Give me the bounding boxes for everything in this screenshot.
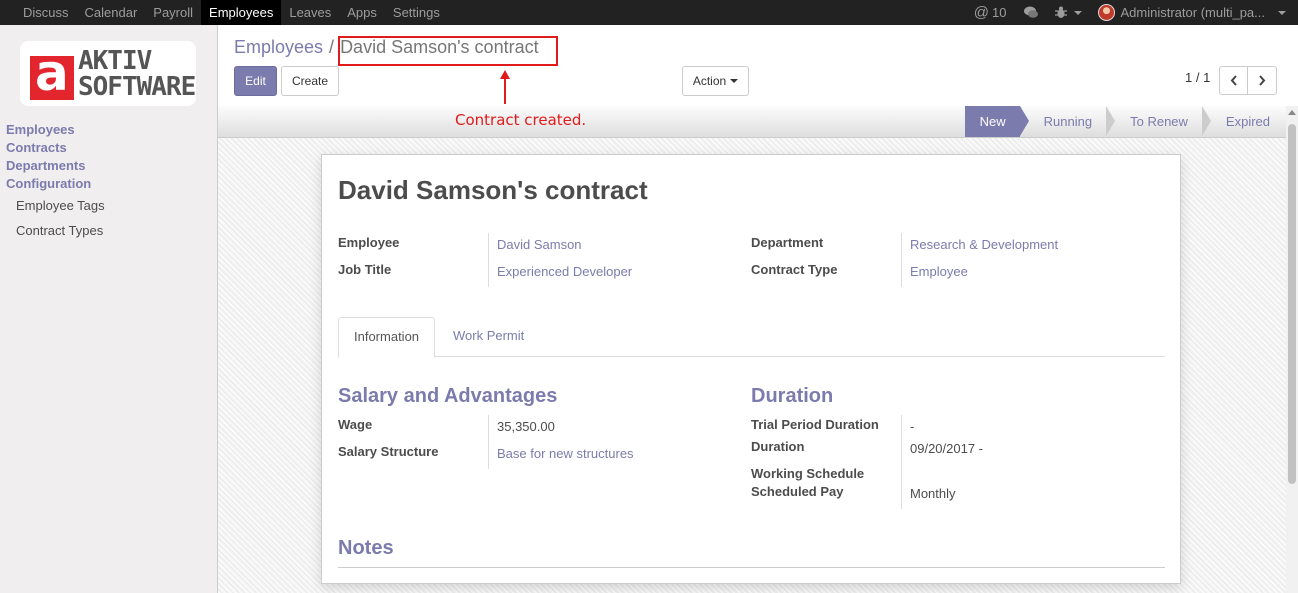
chat-button[interactable] [1015, 6, 1047, 19]
menu-settings[interactable]: Settings [385, 0, 448, 25]
sidebar-item-contracts[interactable]: Contracts [0, 139, 218, 157]
chat-icon [1023, 6, 1038, 18]
scrollbar[interactable] [1286, 106, 1298, 593]
chevron-down-icon [730, 79, 739, 83]
logo-word-2: SOFTWARE [78, 71, 196, 102]
pager-value: 1 / 1 [1185, 70, 1211, 85]
status-bar: New Running To Renew Expired [218, 106, 1298, 138]
pager-next-button[interactable] [1248, 66, 1277, 95]
stage-expired[interactable]: Expired [1202, 106, 1284, 137]
top-navbar: Discuss Calendar Payroll Employees Leave… [0, 0, 1298, 25]
breadcrumb-separator: / [329, 37, 335, 57]
scrollbar-thumb[interactable] [1288, 124, 1296, 484]
menu-calendar[interactable]: Calendar [77, 0, 146, 25]
pager-buttons [1219, 66, 1277, 95]
breadcrumb-employees[interactable]: Employees [234, 37, 323, 58]
duration-value: 09/20/2017 - [910, 441, 984, 456]
sidebar-item-employee-tags[interactable]: Employee Tags [0, 193, 218, 218]
stage-new[interactable]: New [964, 106, 1029, 137]
annotation-arrow-head [500, 70, 510, 79]
chevron-down-icon [1073, 10, 1082, 15]
contract-type-field[interactable]: Employee [910, 264, 968, 279]
sidebar: a AKTIV SOFTWARE Employees Contracts Dep… [0, 25, 218, 593]
user-name: Administrator (multi_pa... [1120, 5, 1266, 20]
tab-work-permit[interactable]: Work Permit [438, 317, 539, 357]
wage-value: 35,350.00 [497, 419, 555, 434]
chevron-down-icon [1278, 10, 1286, 15]
sidebar-item-departments[interactable]: Departments [0, 157, 218, 175]
notes-divider [338, 567, 1165, 568]
stage-to-renew[interactable]: To Renew [1106, 106, 1211, 137]
trial-period-label: Trial Period Duration [751, 417, 879, 432]
duration-section-title: Duration [751, 385, 834, 407]
mentions-button[interactable]: @ 10 [966, 0, 1015, 25]
app-menu: Discuss Calendar Payroll Employees Leave… [0, 0, 448, 25]
chevron-right-icon [1259, 75, 1266, 86]
menu-employees[interactable]: Employees [201, 0, 282, 25]
trial-period-value: - [910, 419, 915, 434]
sidebar-item-contract-types[interactable]: Contract Types [0, 218, 218, 243]
form-sheet: David Samson's contract Employee David S… [321, 154, 1181, 584]
edit-button[interactable]: Edit [234, 66, 277, 96]
notes-section-title: Notes [338, 537, 394, 559]
salary-section-title: Salary and Advantages [338, 385, 558, 407]
employee-label: Employee [338, 235, 400, 250]
duration-label: Duration [751, 439, 805, 454]
avatar [1097, 4, 1115, 21]
action-label: Action [692, 74, 727, 88]
job-title-field[interactable]: Experienced Developer [497, 264, 632, 279]
menu-apps[interactable]: Apps [339, 0, 385, 25]
stage-running[interactable]: Running [1020, 106, 1116, 137]
mentions-count: 10 [992, 5, 1007, 20]
job-title-label: Job Title [338, 262, 392, 277]
scheduled-pay-value: Monthly [910, 486, 956, 501]
action-button[interactable]: Action [682, 66, 749, 96]
divider [488, 415, 489, 469]
create-button[interactable]: Create [281, 66, 339, 96]
form-tabs: Information Work Permit [338, 317, 1165, 358]
scroll-up-icon [1288, 110, 1296, 115]
contract-type-label: Contract Type [751, 262, 838, 277]
department-field[interactable]: Research & Development [910, 237, 1058, 252]
annotation-label: Contract created. [455, 111, 587, 129]
user-menu[interactable]: Administrator (multi_pa... [1090, 0, 1298, 25]
stage-pipeline: New Running To Renew Expired [964, 106, 1284, 137]
tab-information[interactable]: Information [338, 317, 436, 358]
logo-mark: a [30, 48, 74, 100]
company-logo: a AKTIV SOFTWARE [20, 41, 196, 106]
salary-structure-label: Salary Structure [338, 444, 439, 459]
debug-button[interactable] [1047, 6, 1090, 19]
divider [901, 233, 902, 287]
form-title: David Samson's contract [338, 175, 648, 205]
menu-discuss[interactable]: Discuss [0, 0, 77, 25]
pager-previous-button[interactable] [1219, 66, 1248, 95]
menu-payroll[interactable]: Payroll [145, 0, 201, 25]
scheduled-pay-label: Scheduled Pay [751, 484, 844, 499]
bug-icon [1054, 6, 1067, 18]
sidebar-item-employees[interactable]: Employees [0, 121, 218, 139]
at-icon: @ [973, 4, 990, 21]
wage-label: Wage [338, 417, 373, 432]
menu-leaves[interactable]: Leaves [281, 0, 339, 25]
divider [488, 233, 489, 287]
annotation-highlight-box [338, 36, 558, 66]
logo-word-1: AKTIV [78, 45, 152, 76]
sidebar-nav: Employees Contracts Departments Configur… [0, 121, 218, 243]
employee-field[interactable]: David Samson [497, 237, 582, 252]
divider [901, 415, 902, 509]
salary-structure-field[interactable]: Base for new structures [497, 446, 634, 461]
chevron-left-icon [1230, 75, 1237, 86]
department-label: Department [751, 235, 824, 250]
working-schedule-label: Working Schedule [751, 466, 865, 481]
sidebar-item-configuration[interactable]: Configuration [0, 175, 218, 193]
